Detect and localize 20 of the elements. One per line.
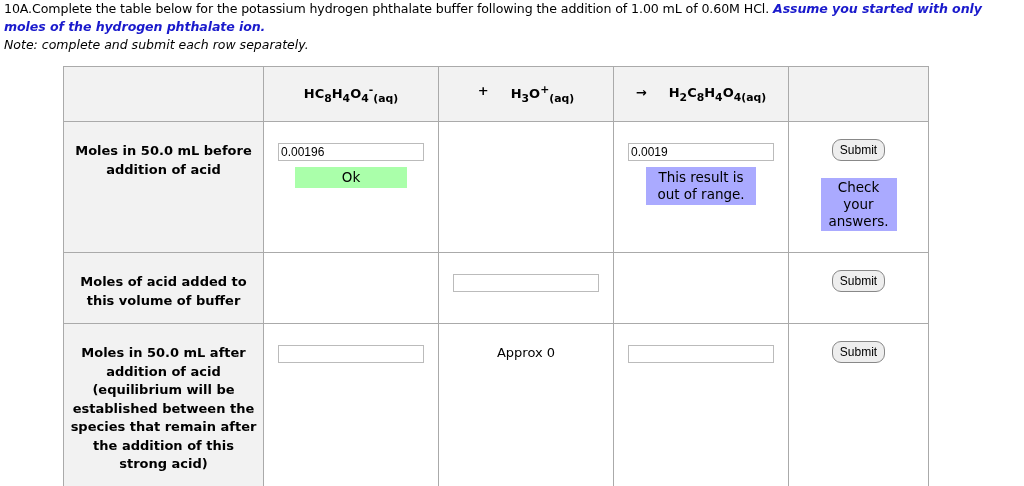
note: Note: complete and submit each row separately. (4, 36, 310, 54)
feedback-message: This result is out of range. (646, 167, 756, 205)
answer-field[interactable]: 0.00196 (278, 143, 424, 161)
operator-symbol: → (635, 84, 647, 102)
answer-field[interactable]: 0.0019 (628, 143, 774, 161)
submit-button[interactable]: Submit (831, 341, 886, 363)
answer-field[interactable] (628, 345, 774, 363)
submit-button[interactable]: Submit (831, 139, 886, 161)
row-label: Moles of acid added to this volume of buffer (80, 274, 247, 308)
row-label: Moles in 50.0 mL after addition of acid (equilibrium will be established between the species that remain after the addition of this strong acid) (70, 345, 257, 471)
answer-field[interactable] (278, 345, 424, 363)
species-heading: H$_{2}$C$_{8}$H$_{4}$O$_{4(aq)}$ (668, 84, 767, 104)
submit-button[interactable]: Submit (831, 270, 886, 292)
answer-field[interactable] (453, 274, 599, 292)
row-label: Moles in 50.0 mL before addition of acid (75, 143, 252, 177)
instructions: 10A.Complete the table below for the potassium hydrogen phthalate buffer following the addition of 1.00 mL of 0.60M HCl. Assume you started with only moles of the hydrogen phthalate ion. (4, 0, 983, 36)
operator-symbol: + (477, 83, 489, 101)
cell-text: Approx 0 (495, 345, 557, 360)
feedback-message: Ok (295, 167, 407, 188)
feedback-message: Check your answers. (820, 178, 897, 231)
